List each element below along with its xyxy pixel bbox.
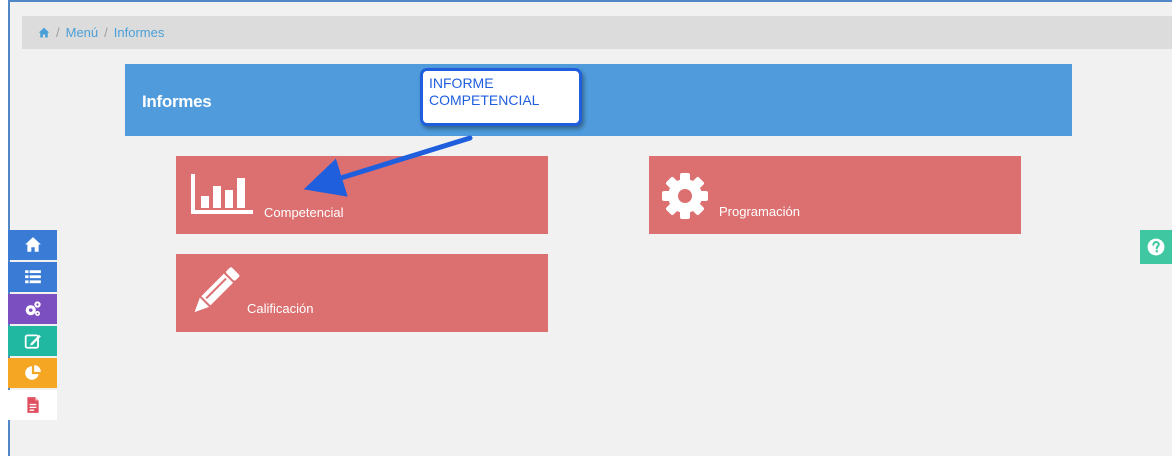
side-menu-home[interactable]: [8, 230, 57, 260]
competencial-report-tile[interactable]: Competencial: [176, 156, 548, 234]
pie-chart-icon: [24, 365, 41, 380]
side-menu: [8, 230, 57, 422]
tile-label: Calificación: [247, 301, 314, 316]
breadcrumb: / Menú / Informes: [22, 16, 1172, 49]
gear-icon: [662, 173, 708, 219]
breadcrumb-separator: /: [56, 25, 60, 40]
side-menu-reports[interactable]: [8, 358, 57, 388]
side-menu-list[interactable]: [8, 262, 57, 292]
tile-label: Programación: [719, 204, 800, 219]
reports-header-panel: Informes: [125, 64, 1072, 136]
callout-line: INFORME: [429, 75, 494, 91]
programacion-report-tile[interactable]: Programación: [649, 156, 1021, 234]
home-icon[interactable]: [38, 27, 50, 39]
bar-chart-icon: [191, 174, 253, 214]
callout-line: COMPETENCIAL: [429, 92, 540, 108]
annotation-callout: INFORME COMPETENCIAL: [420, 68, 582, 126]
help-button[interactable]: [1140, 230, 1172, 264]
breadcrumb-current: Informes: [113, 25, 165, 40]
home-icon: [24, 237, 41, 252]
question-icon: [1147, 238, 1165, 256]
calificacion-report-tile[interactable]: Calificación: [176, 254, 548, 332]
side-menu-settings[interactable]: [8, 294, 57, 324]
document-icon: [26, 397, 39, 413]
edit-icon: [24, 334, 41, 349]
list-icon: [24, 270, 41, 284]
page-title: Informes: [142, 92, 212, 111]
side-menu-edit[interactable]: [8, 326, 57, 356]
pencil-icon: [194, 267, 240, 313]
side-menu-documents[interactable]: [8, 390, 57, 420]
breadcrumb-menu-link[interactable]: Menú: [66, 25, 99, 40]
gears-icon: [25, 301, 41, 316]
breadcrumb-separator: /: [104, 25, 108, 40]
tile-label: Competencial: [264, 205, 344, 220]
